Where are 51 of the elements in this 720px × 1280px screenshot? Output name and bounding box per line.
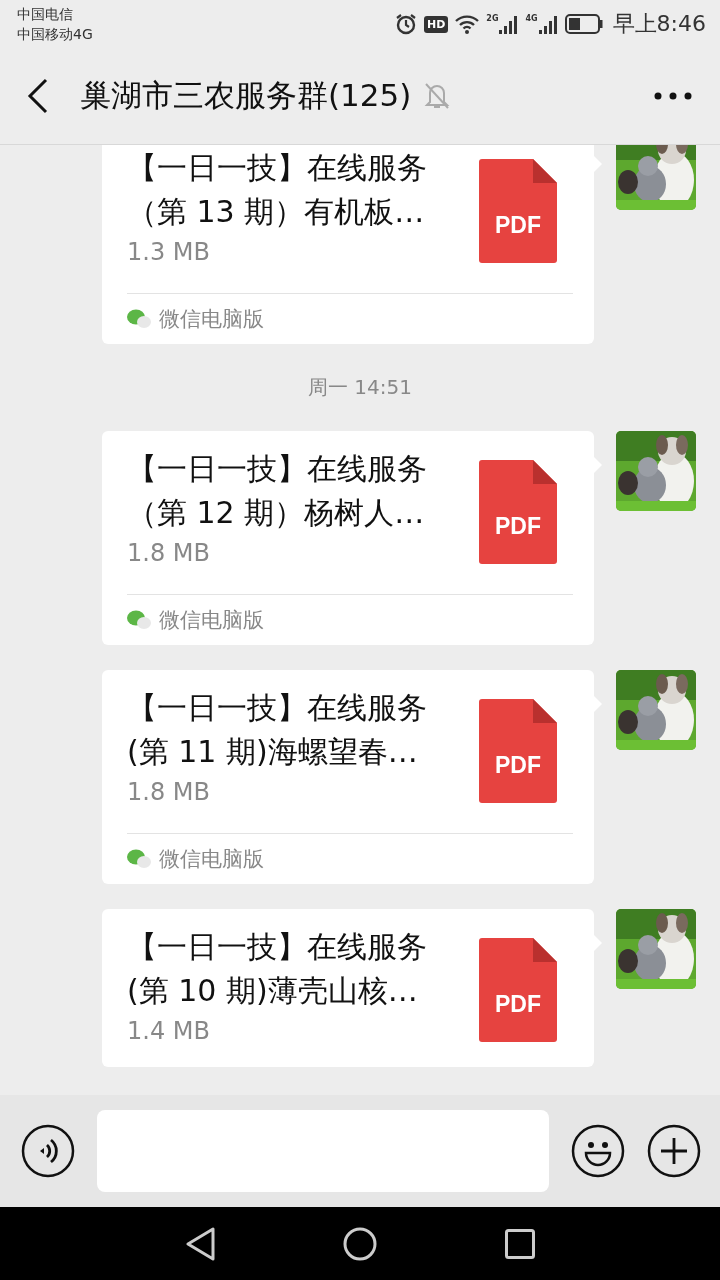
file-name: (第 11 期)海螺望春… xyxy=(127,733,419,771)
plus-icon xyxy=(647,1124,701,1178)
home-button[interactable] xyxy=(343,1226,377,1261)
file-name: 【一日一技】在线服务 xyxy=(127,689,427,727)
square-icon xyxy=(505,1228,535,1259)
recents-button[interactable] xyxy=(505,1228,535,1259)
file-name: （第 13 期）有机板… xyxy=(127,193,426,231)
file-name: （第 12 期）杨树人… xyxy=(127,494,426,532)
source-label: 微信电脑版 xyxy=(159,846,264,873)
back-button[interactable] xyxy=(26,78,50,114)
file-name: 【一日一技】在线服务 xyxy=(127,149,427,187)
network-label: 2G xyxy=(486,14,499,23)
wechat-icon xyxy=(127,309,151,329)
source-label: 微信电脑版 xyxy=(159,306,264,333)
pdf-file-icon: PDF xyxy=(479,699,557,803)
pdf-file-icon: PDF xyxy=(479,460,557,564)
smiley-icon xyxy=(571,1124,625,1178)
source-label: 微信电脑版 xyxy=(159,607,264,634)
wechat-icon xyxy=(127,849,151,869)
battery-icon xyxy=(564,14,603,34)
signal-icon xyxy=(499,14,520,34)
network-label: 4G xyxy=(525,14,538,23)
clock-time: 早上8:46 xyxy=(612,10,706,38)
add-button[interactable] xyxy=(647,1124,701,1178)
wifi-icon xyxy=(454,13,481,35)
carrier-name: 中国移动4G xyxy=(17,25,93,44)
back-nav-button[interactable] xyxy=(185,1226,215,1261)
back-icon xyxy=(26,78,50,114)
message-input[interactable] xyxy=(97,1110,549,1192)
hd-badge: HD xyxy=(423,15,449,33)
circle-icon xyxy=(343,1226,377,1261)
file-size: 1.8 MB xyxy=(127,538,211,569)
chat-title: 巢湖市三农服务群(125) xyxy=(80,76,412,115)
emoji-button[interactable] xyxy=(571,1124,625,1178)
file-size: 1.8 MB xyxy=(127,777,211,808)
wechat-icon xyxy=(127,610,151,630)
more-button[interactable] xyxy=(654,92,692,100)
carrier-name: 中国电信 xyxy=(17,5,74,24)
signal-icon xyxy=(538,14,559,34)
voice-button[interactable] xyxy=(21,1124,75,1178)
timestamp: 周一 14:51 xyxy=(308,374,412,401)
file-name: 【一日一技】在线服务 xyxy=(127,450,427,488)
more-icon xyxy=(654,92,692,100)
pdf-file-icon: PDF xyxy=(479,938,557,1042)
triangle-icon xyxy=(185,1226,215,1261)
voice-icon xyxy=(21,1124,75,1178)
file-name: 【一日一技】在线服务 xyxy=(127,928,427,966)
file-name: (第 10 期)薄壳山核… xyxy=(127,972,419,1010)
file-size: 1.4 MB xyxy=(127,1016,211,1047)
pdf-file-icon: PDF xyxy=(479,159,557,263)
file-size: 1.3 MB xyxy=(127,237,211,268)
